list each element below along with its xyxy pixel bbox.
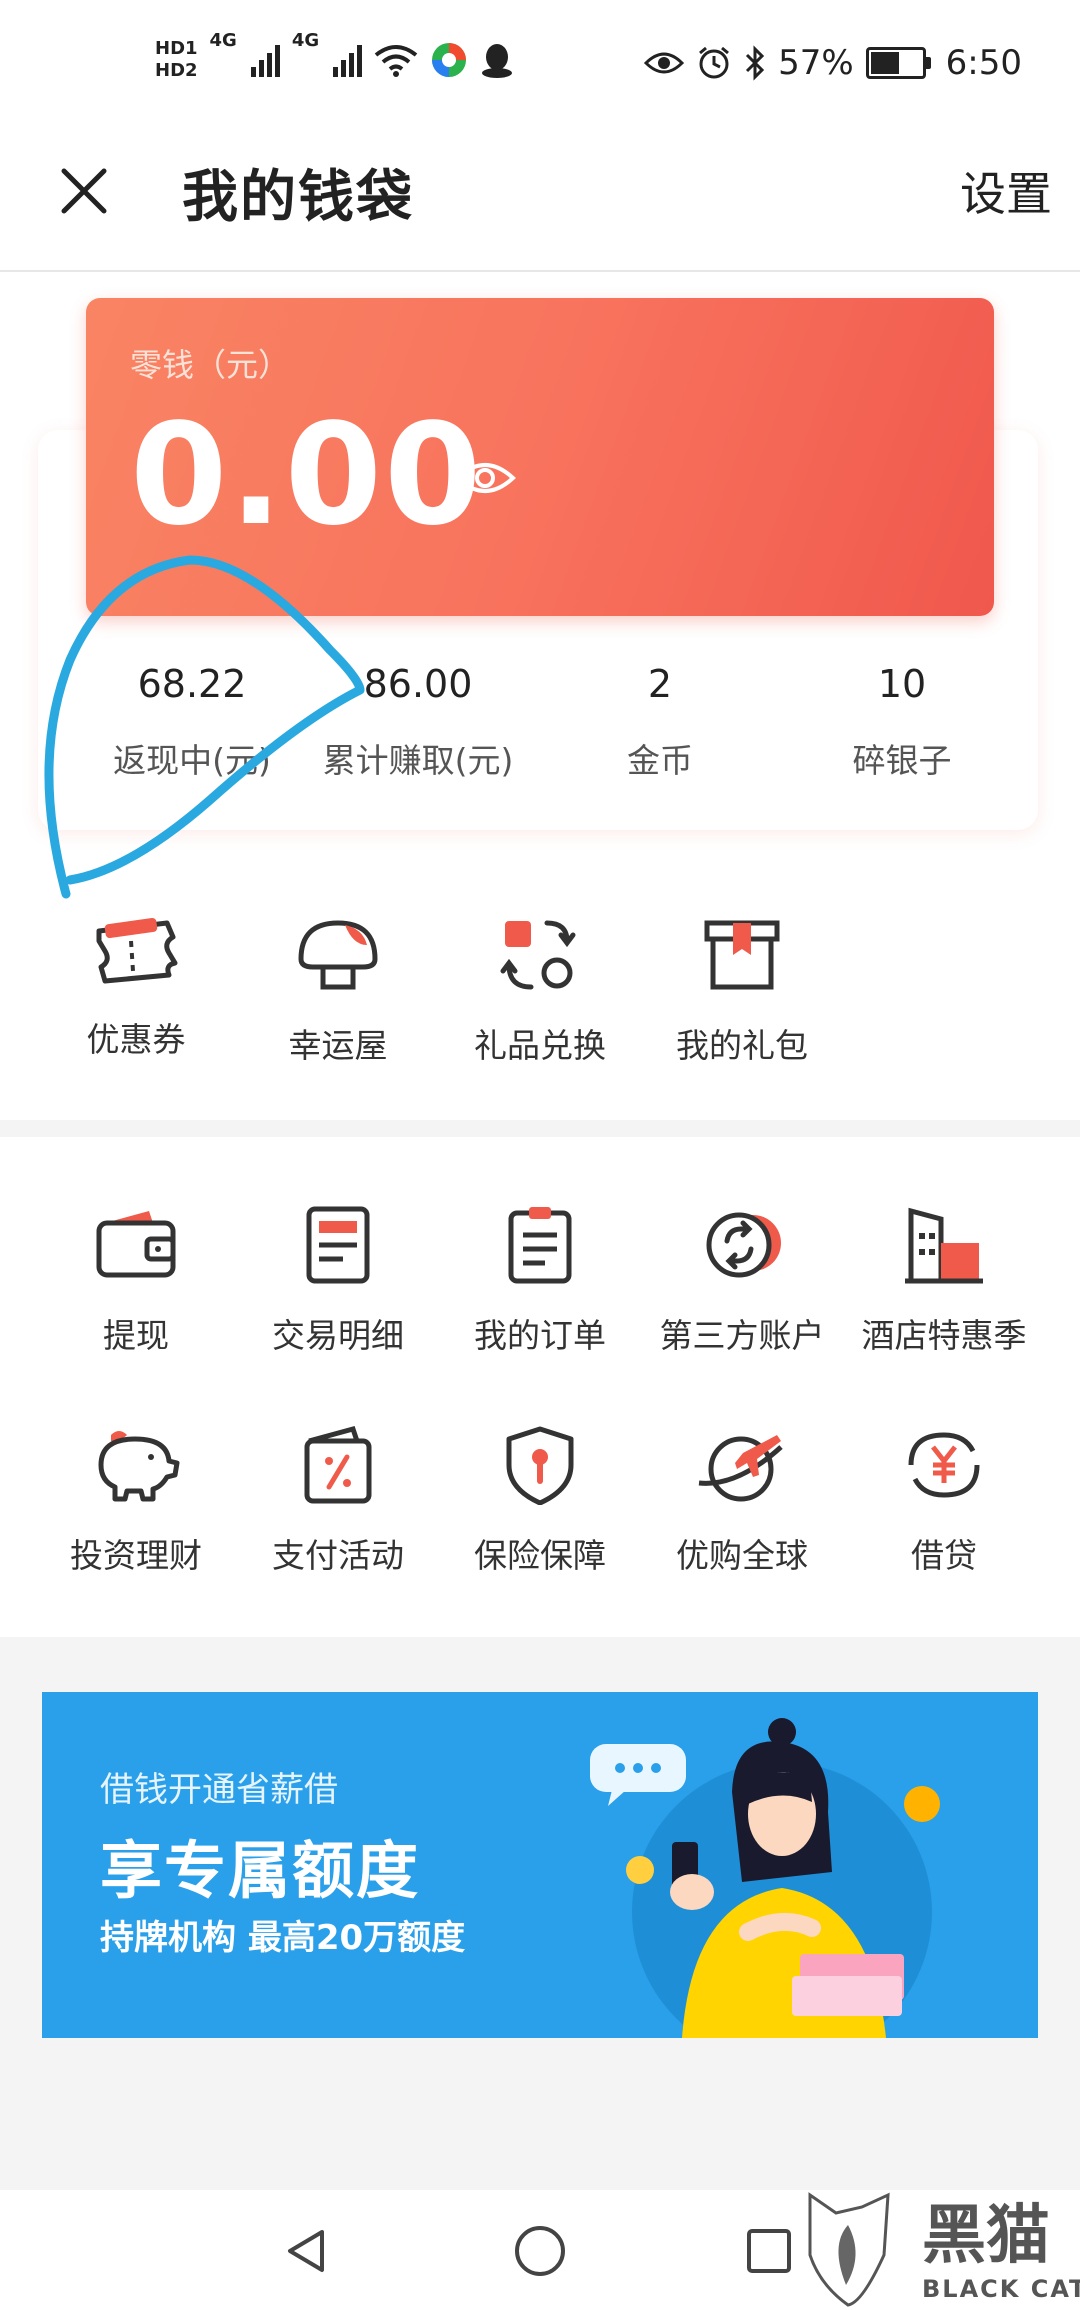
quick-link-label: 我的礼包 <box>676 1026 808 1065</box>
insurance-shield-icon <box>506 1426 574 1505</box>
mushroom-icon <box>298 920 378 990</box>
gift-exchange-icon <box>500 920 576 990</box>
transaction-detail-icon <box>306 1206 370 1284</box>
service-label: 提现 <box>103 1316 169 1355</box>
service-label: 支付活动 <box>272 1536 404 1575</box>
black-cat-watermark-logo: 黑猫 BLACK CAT <box>808 2192 1080 2307</box>
stat-label: 碎银子 <box>852 741 952 780</box>
close-icon[interactable] <box>58 165 110 217</box>
service-global-shopping[interactable]: 优购全球 <box>642 1425 842 1577</box>
wallet-icon <box>96 1211 176 1278</box>
stat-value: 10 <box>877 662 927 706</box>
gift-box-icon <box>704 920 780 990</box>
stat-silver-pieces[interactable]: 10 碎银子 <box>782 662 1022 782</box>
hd2-label: HD2 <box>155 60 198 81</box>
eye-comfort-icon <box>644 52 685 74</box>
quick-link-coupons[interactable]: 优惠券 <box>36 915 236 1061</box>
battery-icon <box>865 47 931 79</box>
quick-link-label: 优惠券 <box>86 1020 186 1059</box>
quick-link-gift-exchange[interactable]: 礼品兑换 <box>440 915 640 1067</box>
balance-amount: 0.00 <box>130 394 484 557</box>
service-third-party-account[interactable]: 第三方账户 <box>642 1205 842 1357</box>
piggy-bank-icon <box>98 1431 180 1502</box>
hd-indicator: HD1 HD2 <box>155 38 198 82</box>
global-shopping-icon <box>698 1435 783 1502</box>
service-hotel-deals[interactable]: 酒店特惠季 <box>844 1205 1044 1357</box>
network-type-2: 4G <box>291 30 320 51</box>
recents-nav-icon[interactable] <box>746 2228 792 2274</box>
quick-link-label: 礼品兑换 <box>474 1026 606 1065</box>
qq-icon <box>482 44 513 78</box>
signal-1-icon <box>250 43 280 77</box>
ticket-icon <box>96 917 178 984</box>
service-label: 借贷 <box>911 1536 977 1575</box>
service-label: 投资理财 <box>70 1536 202 1575</box>
quick-link-label: 幸运屋 <box>288 1026 388 1065</box>
status-bar: HD1 HD2 4G 4G 57% 6:50 <box>0 0 1080 120</box>
service-label: 保险保障 <box>474 1536 606 1575</box>
stat-gold-coins[interactable]: 2 金币 <box>540 662 780 782</box>
service-label: 交易明细 <box>272 1316 404 1355</box>
service-payment-activity[interactable]: 支付活动 <box>238 1425 438 1577</box>
service-label: 我的订单 <box>474 1316 606 1355</box>
top-app-bar: 我的钱袋 设置 <box>0 120 1080 272</box>
banner-title: 享专属额度 <box>100 1834 421 1907</box>
clock: 6:50 <box>945 43 1022 83</box>
order-clipboard-icon <box>508 1207 572 1284</box>
quick-link-lucky-house[interactable]: 幸运屋 <box>238 915 438 1067</box>
service-investment[interactable]: 投资理财 <box>36 1425 236 1577</box>
service-my-orders[interactable]: 我的订单 <box>440 1205 640 1357</box>
status-left-icons: HD1 HD2 4G 4G <box>155 30 514 90</box>
balance-label: 零钱（元） <box>130 346 291 384</box>
service-loan[interactable]: 借贷 <box>844 1425 1044 1577</box>
home-nav-icon[interactable] <box>513 2224 567 2278</box>
service-label: 优购全球 <box>676 1536 808 1575</box>
payment-discount-icon <box>304 1425 372 1504</box>
svg-text:黑猫: 黑猫 <box>922 2199 1050 2273</box>
hotel-icon <box>905 1207 983 1284</box>
service-label: 酒店特惠季 <box>861 1316 1027 1355</box>
loan-yen-icon <box>908 1432 980 1498</box>
third-party-account-icon <box>706 1212 781 1278</box>
service-transactions[interactable]: 交易明细 <box>238 1205 438 1357</box>
service-label: 第三方账户 <box>659 1316 825 1355</box>
banner-subtitle: 借钱开通省薪借 <box>100 1770 338 1810</box>
network-type-1: 4G <box>209 30 237 51</box>
bluetooth-icon <box>746 45 765 81</box>
banner-description: 持牌机构 最高20万额度 <box>100 1918 466 1958</box>
svg-text:BLACK CAT: BLACK CAT <box>922 2275 1080 2303</box>
settings-button[interactable]: 设置 <box>960 158 1052 224</box>
service-insurance[interactable]: 保险保障 <box>440 1425 640 1577</box>
hand-drawn-circle-annotation <box>44 555 365 899</box>
eye-visibility-icon[interactable] <box>454 458 516 498</box>
service-withdraw[interactable]: 提现 <box>36 1205 236 1357</box>
signal-2-icon <box>333 43 363 77</box>
alarm-icon <box>699 46 730 79</box>
stat-value: 2 <box>647 662 673 706</box>
app-notification-icon <box>432 43 467 77</box>
stat-label: 金币 <box>627 741 693 780</box>
back-nav-icon[interactable] <box>282 2226 332 2276</box>
status-right-icons: 57% 6:50 <box>644 38 1022 88</box>
quick-link-my-gifts[interactable]: 我的礼包 <box>642 915 842 1067</box>
battery-percent: 57% <box>778 43 854 83</box>
hd1-label: HD1 <box>155 38 198 59</box>
wifi-icon <box>374 45 418 77</box>
page-title: 我的钱袋 <box>182 165 414 230</box>
